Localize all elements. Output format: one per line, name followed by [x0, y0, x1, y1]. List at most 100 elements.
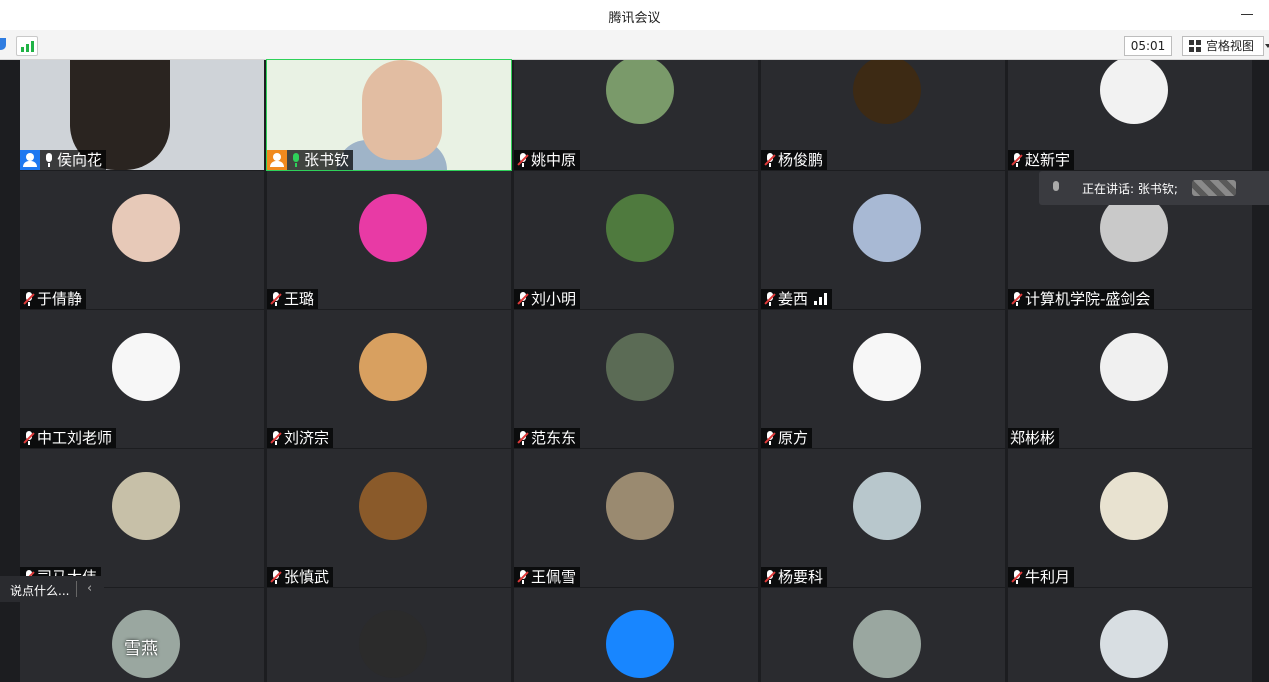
participant-name: 中工刘老师 [37, 429, 113, 447]
participant-tile[interactable]: 原方 [761, 310, 1005, 448]
mic-muted-icon [23, 292, 35, 306]
network-signal-icon[interactable] [16, 36, 38, 56]
participant-tile[interactable] [267, 588, 511, 682]
participant-name: 姚中原 [531, 151, 577, 169]
mic-icon [1053, 181, 1059, 191]
signal-strength-icon [812, 293, 828, 305]
participant-tile[interactable] [761, 588, 1005, 682]
participant-name: 刘济宗 [284, 429, 330, 447]
participant-name-bar: 姜西 [761, 289, 833, 309]
window-title: 腾讯会议 [608, 11, 661, 26]
participant-tile[interactable]: 杨俊鹏 [761, 60, 1005, 170]
participant-name-bar: 于倩静 [20, 289, 87, 309]
mic-muted-icon [764, 153, 776, 167]
participant-video [362, 60, 442, 160]
mic-muted-icon [764, 570, 776, 584]
participant-tile[interactable]: 姜西 [761, 171, 1005, 309]
participant-tile[interactable]: 刘济宗 [267, 310, 511, 448]
participant-tile[interactable]: 王佩雪 [514, 449, 758, 587]
participant-name-bar: 范东东 [514, 428, 581, 448]
participant-avatar [853, 472, 921, 540]
participant-tile[interactable]: 于倩静 [20, 171, 264, 309]
participant-name-bar: 杨要科 [761, 567, 828, 587]
participant-avatar [112, 333, 180, 401]
participant-avatar [606, 472, 674, 540]
participant-avatar [853, 60, 921, 124]
avatar-overlay-text: 雪燕 [124, 639, 158, 659]
chat-divider [76, 581, 77, 597]
participant-tile[interactable]: 牛利月 [1008, 449, 1252, 587]
participant-avatar [853, 194, 921, 262]
participant-avatar [359, 194, 427, 262]
participant-tile[interactable]: 郑彬彬 [1008, 310, 1252, 448]
participant-name-bar: 赵新宇 [1008, 150, 1075, 170]
participant-tile[interactable]: 范东东 [514, 310, 758, 448]
participant-name-bar: 刘济宗 [267, 428, 334, 448]
participant-name: 王璐 [284, 290, 315, 308]
participant-tile[interactable]: 王璐 [267, 171, 511, 309]
participant-avatar [1100, 472, 1168, 540]
participant-name-bar: 牛利月 [1008, 567, 1075, 587]
speaking-indicator: 正在讲话: 张书钦; [1039, 171, 1269, 205]
chat-input-bar[interactable]: 说点什么... ‹ [0, 576, 104, 602]
participant-avatar [359, 333, 427, 401]
participant-name-bar: 郑彬彬 [1008, 428, 1060, 448]
participant-tile[interactable] [1008, 588, 1252, 682]
participant-tile[interactable]: 张书钦 [266, 59, 512, 171]
participant-name-bar: 王璐 [267, 289, 319, 309]
participant-tile[interactable]: 司马大伟 [20, 449, 264, 587]
meeting-toolbar: 05:01 宫格视图 [0, 30, 1269, 60]
title-bar: 腾讯会议 [0, 0, 1269, 30]
participant-tile[interactable]: 刘小明 [514, 171, 758, 309]
view-dropdown-icon[interactable] [1265, 44, 1269, 48]
minimize-icon[interactable] [1241, 14, 1253, 15]
security-shield-icon[interactable] [0, 38, 6, 50]
participant-tile[interactable]: 姚中原 [514, 60, 758, 170]
grid-view-button[interactable]: 宫格视图 [1182, 36, 1264, 56]
chevron-left-icon[interactable]: ‹ [87, 581, 92, 596]
host-role-icon [20, 150, 40, 170]
participant-avatar [359, 472, 427, 540]
participant-name-bar: 侯向花 [20, 150, 107, 170]
participant-name: 杨俊鹏 [778, 151, 824, 169]
participant-avatar [606, 194, 674, 262]
participant-name: 张慎武 [284, 568, 330, 586]
participant-avatar [112, 472, 180, 540]
speaker-name-blur [1192, 180, 1236, 196]
mic-muted-icon [1011, 153, 1023, 167]
participant-tile[interactable] [514, 588, 758, 682]
participant-avatar [112, 194, 180, 262]
participant-name: 郑彬彬 [1010, 429, 1056, 447]
participant-avatar [606, 610, 674, 678]
participant-name-bar: 张书钦 [267, 150, 354, 170]
participant-name: 赵新宇 [1025, 151, 1071, 169]
participant-name: 侯向花 [57, 151, 103, 169]
mic-muted-icon [23, 431, 35, 445]
mic-icon [290, 153, 302, 167]
participant-name-bar: 杨俊鹏 [761, 150, 828, 170]
host-role-icon [267, 150, 287, 170]
participant-name: 范东东 [531, 429, 577, 447]
participant-tile[interactable]: 张慎武 [267, 449, 511, 587]
participant-name: 原方 [778, 429, 809, 447]
participant-tile[interactable]: 中工刘老师 [20, 310, 264, 448]
participant-name-bar: 姚中原 [514, 150, 581, 170]
grid-view-label: 宫格视图 [1206, 39, 1255, 53]
participant-name-bar: 王佩雪 [514, 567, 581, 587]
participant-name-bar: 刘小明 [514, 289, 581, 309]
participant-tile[interactable]: 侯向花 [20, 60, 264, 170]
mic-muted-icon [764, 292, 776, 306]
mic-muted-icon [517, 153, 529, 167]
participant-name: 计算机学院-盛剑会 [1025, 290, 1151, 308]
participant-name: 牛利月 [1025, 568, 1071, 586]
participant-avatar [606, 333, 674, 401]
mic-icon [43, 153, 55, 167]
participant-tile[interactable]: 赵新宇 [1008, 60, 1252, 170]
participant-name-bar: 张慎武 [267, 567, 334, 587]
speaking-label: 正在讲话: 张书钦; [1082, 182, 1178, 196]
participant-name: 王佩雪 [531, 568, 577, 586]
chat-placeholder: 说点什么... [10, 584, 70, 598]
participant-tile[interactable]: 雪燕 [20, 588, 264, 682]
participant-tile[interactable]: 杨要科 [761, 449, 1005, 587]
mic-muted-icon [1011, 292, 1023, 306]
